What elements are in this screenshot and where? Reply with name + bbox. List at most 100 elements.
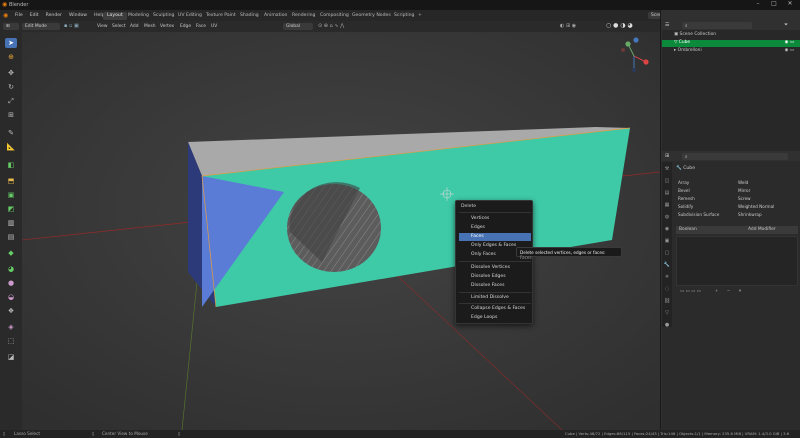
spin-tool-icon[interactable]: ◕ bbox=[5, 264, 17, 274]
properties-editor-icon[interactable]: ⊞ bbox=[665, 153, 669, 159]
menu-file[interactable]: File bbox=[15, 13, 23, 18]
outliner-item-selected[interactable]: ▽ Cube ◉ ▭ bbox=[662, 40, 800, 47]
modifier-shrinkwrap[interactable]: Shrinkwrap bbox=[738, 212, 762, 219]
annotate-tool-icon[interactable]: ✎ bbox=[5, 128, 17, 138]
filter-icon[interactable]: ⏷ bbox=[784, 22, 788, 28]
view-layer-tab-icon[interactable]: ▦ bbox=[663, 202, 671, 209]
edge-slide-tool-icon[interactable]: ◒ bbox=[5, 292, 17, 302]
add-modifier-button[interactable]: Add Modifier bbox=[748, 227, 776, 232]
overlay-icons[interactable]: ◐ ⊞ ◉ bbox=[560, 23, 576, 29]
shading-mode-icons[interactable]: ○ ● ◑ ◕ bbox=[606, 22, 633, 29]
menu-window[interactable]: Window bbox=[69, 13, 87, 18]
region-toggle-icon[interactable]: ◪ bbox=[5, 352, 17, 362]
poly-build-tool-icon[interactable]: ◆ bbox=[5, 248, 17, 258]
shear-tool-icon[interactable]: ◈ bbox=[5, 322, 17, 332]
menu-item-faces[interactable]: Faces bbox=[459, 233, 531, 241]
collection-tab-icon[interactable]: ▣ bbox=[663, 238, 671, 245]
add-cube-tool-icon[interactable]: ◧ bbox=[5, 160, 17, 170]
modifier-weighted-normal[interactable]: Weighted Normal bbox=[738, 204, 774, 211]
inset-tool-icon[interactable]: ▣ bbox=[5, 190, 17, 200]
particles-tab-icon[interactable]: ✳ bbox=[663, 274, 671, 281]
scene-tab-icon[interactable]: ◍ bbox=[663, 214, 671, 221]
tab-shading[interactable]: Shading bbox=[236, 12, 263, 20]
cursor-tool-icon[interactable]: ⊕ bbox=[5, 52, 17, 62]
modifier-subdivision[interactable]: Subdivision Surface bbox=[678, 212, 719, 219]
vp-menu-add[interactable]: Add bbox=[130, 24, 139, 29]
tab-rendering[interactable]: Rendering bbox=[288, 12, 319, 20]
bevel-tool-icon[interactable]: ◩ bbox=[5, 204, 17, 214]
extrude-tool-icon[interactable]: ⬒ bbox=[5, 176, 17, 186]
render-tab-icon[interactable]: ◫ bbox=[663, 178, 671, 185]
output-tab-icon[interactable]: ▤ bbox=[663, 190, 671, 197]
vp-menu-edge[interactable]: Edge bbox=[180, 24, 191, 29]
vp-menu-view[interactable]: View bbox=[97, 24, 107, 29]
modifier-list-controls[interactable]: ▭ ▭ ▭ ▭ + − ▾ bbox=[680, 289, 741, 294]
mode-selector[interactable]: Edit Mode bbox=[22, 23, 60, 30]
blender-menu-icon[interactable]: ◉ bbox=[3, 12, 8, 19]
navigation-gizmo[interactable] bbox=[614, 36, 654, 76]
vp-menu-uv[interactable]: UV bbox=[211, 24, 217, 29]
outliner-item[interactable]: ▣ Scene Collection bbox=[662, 32, 800, 39]
modifier-bevel[interactable]: Bevel bbox=[678, 188, 690, 195]
physics-tab-icon[interactable]: ◌ bbox=[663, 286, 671, 293]
outliner-editor-icon[interactable]: ☰ bbox=[665, 22, 669, 28]
material-tab-icon[interactable]: ● bbox=[663, 322, 671, 329]
viewport-scene[interactable] bbox=[22, 32, 660, 430]
tab-animation[interactable]: Animation bbox=[260, 12, 291, 20]
tool-tab-icon[interactable]: ⚒ bbox=[663, 166, 671, 173]
maximize-icon[interactable]: □ bbox=[768, 0, 780, 7]
constraints-tab-icon[interactable]: ⛓ bbox=[663, 298, 671, 305]
select-mode-icons[interactable]: ▪ ▫ ▣ bbox=[64, 23, 79, 29]
vp-menu-select[interactable]: Select bbox=[112, 24, 126, 29]
modifier-mirror[interactable]: Mirror bbox=[738, 188, 750, 195]
outliner-search-input[interactable]: ⌕ bbox=[682, 22, 752, 29]
menu-item-dissolve-faces[interactable]: Dissolve Faces bbox=[459, 282, 531, 290]
menu-item-limited-dissolve[interactable]: Limited Dissolve bbox=[459, 294, 531, 302]
modifier-array[interactable]: Array bbox=[678, 180, 689, 187]
snap-icons[interactable]: ⊙ ⊕ ⌂ ∿ ⋀ bbox=[318, 23, 344, 29]
modifier-screw[interactable]: Screw bbox=[738, 196, 751, 203]
visibility-icon[interactable]: ◉ ▭ bbox=[785, 40, 794, 45]
boolean-modifier-name[interactable]: Boolean bbox=[679, 227, 697, 232]
transform-orientation[interactable]: Global bbox=[283, 23, 313, 30]
menu-item-edges[interactable]: Edges bbox=[459, 224, 531, 232]
tab-texture-paint[interactable]: Texture Paint bbox=[202, 12, 240, 20]
measure-tool-icon[interactable]: 📐 bbox=[5, 142, 17, 152]
3d-viewport[interactable] bbox=[22, 32, 660, 430]
properties-search-input[interactable]: ⌕ bbox=[682, 153, 788, 160]
menu-item-edge-loops[interactable]: Edge Loops bbox=[459, 314, 531, 322]
minimize-icon[interactable]: – bbox=[752, 0, 764, 7]
knife-tool-icon[interactable]: ▤ bbox=[5, 232, 17, 242]
close-icon[interactable]: ✕ bbox=[784, 0, 796, 7]
menu-render[interactable]: Render bbox=[46, 13, 62, 18]
add-workspace-icon[interactable]: + bbox=[414, 12, 426, 20]
menu-edit[interactable]: Edit bbox=[30, 13, 39, 18]
menu-item-dissolve-vertices[interactable]: Dissolve Vertices bbox=[459, 264, 531, 272]
shrink-tool-icon[interactable]: ❖ bbox=[5, 306, 17, 316]
menu-item-vertices[interactable]: Vertices bbox=[459, 215, 531, 223]
editor-type-icon[interactable]: ⊞ bbox=[3, 23, 19, 30]
scale-tool-icon[interactable]: ⤢ bbox=[5, 96, 17, 106]
vp-menu-vertex[interactable]: Vertex bbox=[160, 24, 174, 29]
rotate-tool-icon[interactable]: ↻ bbox=[5, 82, 17, 92]
outliner-item[interactable]: ▸ Ombrelloni ◉ ▭ bbox=[662, 48, 800, 55]
rip-tool-icon[interactable]: ⬚ bbox=[5, 336, 17, 346]
menu-item-dissolve-edges[interactable]: Dissolve Edges bbox=[459, 273, 531, 281]
move-tool-icon[interactable]: ✥ bbox=[5, 68, 17, 78]
world-tab-icon[interactable]: ◉ bbox=[663, 226, 671, 233]
data-tab-icon[interactable]: ▽ bbox=[663, 310, 671, 317]
object-tab-icon[interactable]: ▢ bbox=[663, 250, 671, 257]
vp-menu-mesh[interactable]: Mesh bbox=[144, 24, 156, 29]
vp-menu-face[interactable]: Face bbox=[196, 24, 206, 29]
loop-cut-tool-icon[interactable]: ▥ bbox=[5, 218, 17, 228]
modifier-solidify[interactable]: Solidify bbox=[678, 204, 693, 211]
menu-item-collapse[interactable]: Collapse Edges & Faces bbox=[459, 305, 531, 313]
transform-tool-icon[interactable]: ⊞ bbox=[5, 110, 17, 120]
modifier-weld[interactable]: Weld bbox=[738, 180, 748, 187]
tab-geometry-nodes[interactable]: Geometry Nodes bbox=[348, 12, 395, 20]
smooth-tool-icon[interactable]: ● bbox=[5, 278, 17, 288]
modifier-remesh[interactable]: Remesh bbox=[678, 196, 695, 203]
modifier-tab-icon[interactable]: 🔧 bbox=[663, 262, 671, 269]
visibility-icon[interactable]: ◉ ▭ bbox=[785, 48, 794, 53]
select-tool-icon[interactable]: ➤ bbox=[5, 38, 17, 48]
